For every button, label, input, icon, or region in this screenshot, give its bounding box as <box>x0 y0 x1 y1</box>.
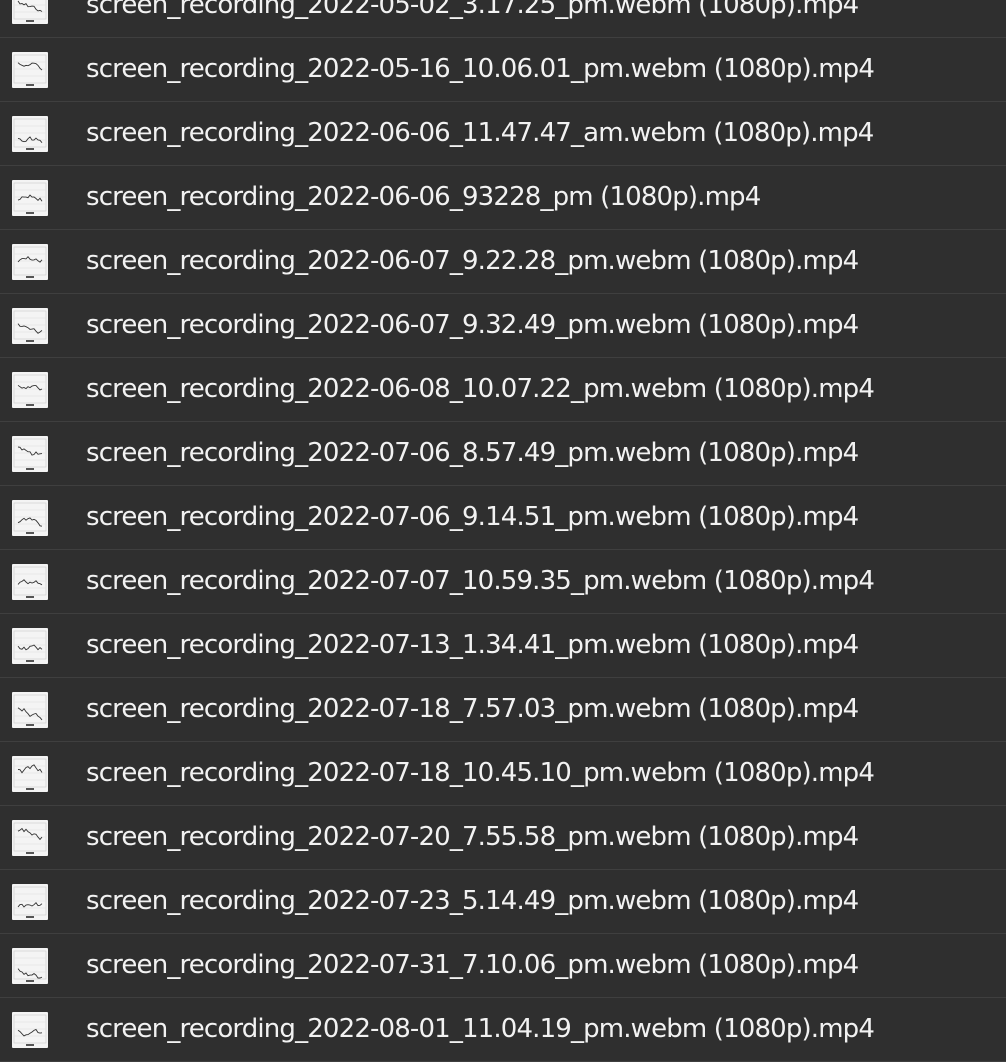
file-name: screen_recording_2022-07-31_7.10.06_pm.w… <box>86 950 859 980</box>
file-name: screen_recording_2022-07-13_1.34.41_pm.w… <box>86 630 859 660</box>
file-name: screen_recording_2022-07-18_10.45.10_pm.… <box>86 758 875 788</box>
file-name: screen_recording_2022-06-07_9.32.49_pm.w… <box>86 310 859 340</box>
file-row[interactable]: screen_recording_2022-05-02_3.17.25_pm.w… <box>0 0 1006 38</box>
file-name: screen_recording_2022-06-08_10.07.22_pm.… <box>86 374 875 404</box>
video-thumbnail <box>12 180 48 216</box>
file-name: screen_recording_2022-07-07_10.59.35_pm.… <box>86 566 875 596</box>
video-thumbnail <box>12 52 48 88</box>
file-name: screen_recording_2022-06-06_11.47.47_am.… <box>86 118 874 148</box>
file-name: screen_recording_2022-08-01_11.04.19_pm.… <box>86 1014 875 1044</box>
file-row[interactable]: screen_recording_2022-06-07_9.22.28_pm.w… <box>0 230 1006 294</box>
file-name: screen_recording_2022-06-06_93228_pm (10… <box>86 182 761 212</box>
video-thumbnail <box>12 564 48 600</box>
video-thumbnail <box>12 1012 48 1048</box>
file-name: screen_recording_2022-07-18_7.57.03_pm.w… <box>86 694 859 724</box>
file-row[interactable]: screen_recording_2022-08-01_11.04.19_pm.… <box>0 998 1006 1062</box>
file-row[interactable]: screen_recording_2022-07-23_5.14.49_pm.w… <box>0 870 1006 934</box>
file-row[interactable]: screen_recording_2022-07-13_1.34.41_pm.w… <box>0 614 1006 678</box>
video-thumbnail <box>12 628 48 664</box>
file-row[interactable]: screen_recording_2022-07-31_7.10.06_pm.w… <box>0 934 1006 998</box>
file-row[interactable]: screen_recording_2022-06-08_10.07.22_pm.… <box>0 358 1006 422</box>
video-thumbnail <box>12 0 48 24</box>
file-name: screen_recording_2022-07-06_9.14.51_pm.w… <box>86 502 859 532</box>
video-thumbnail <box>12 692 48 728</box>
video-thumbnail <box>12 884 48 920</box>
file-row[interactable]: screen_recording_2022-05-16_10.06.01_pm.… <box>0 38 1006 102</box>
file-row[interactable]: screen_recording_2022-07-07_10.59.35_pm.… <box>0 550 1006 614</box>
video-thumbnail <box>12 500 48 536</box>
file-name: screen_recording_2022-07-20_7.55.58_pm.w… <box>86 822 859 852</box>
file-name: screen_recording_2022-06-07_9.22.28_pm.w… <box>86 246 859 276</box>
video-thumbnail <box>12 308 48 344</box>
file-row[interactable]: screen_recording_2022-06-07_9.32.49_pm.w… <box>0 294 1006 358</box>
file-row[interactable]: screen_recording_2022-07-06_9.14.51_pm.w… <box>0 486 1006 550</box>
video-thumbnail <box>12 372 48 408</box>
file-row[interactable]: screen_recording_2022-07-18_10.45.10_pm.… <box>0 742 1006 806</box>
file-list: screen_recording_2022-05-02_3.17.25_pm.w… <box>0 0 1006 1062</box>
file-row[interactable]: screen_recording_2022-06-06_93228_pm (10… <box>0 166 1006 230</box>
video-thumbnail <box>12 436 48 472</box>
file-name: screen_recording_2022-05-16_10.06.01_pm.… <box>86 54 875 84</box>
file-row[interactable]: screen_recording_2022-07-20_7.55.58_pm.w… <box>0 806 1006 870</box>
file-row[interactable]: screen_recording_2022-07-06_8.57.49_pm.w… <box>0 422 1006 486</box>
file-name: screen_recording_2022-07-06_8.57.49_pm.w… <box>86 438 859 468</box>
file-name: screen_recording_2022-05-02_3.17.25_pm.w… <box>86 0 859 20</box>
video-thumbnail <box>12 244 48 280</box>
video-thumbnail <box>12 756 48 792</box>
file-row[interactable]: screen_recording_2022-06-06_11.47.47_am.… <box>0 102 1006 166</box>
file-row[interactable]: screen_recording_2022-07-18_7.57.03_pm.w… <box>0 678 1006 742</box>
file-name: screen_recording_2022-07-23_5.14.49_pm.w… <box>86 886 859 916</box>
video-thumbnail <box>12 948 48 984</box>
video-thumbnail <box>12 116 48 152</box>
video-thumbnail <box>12 820 48 856</box>
